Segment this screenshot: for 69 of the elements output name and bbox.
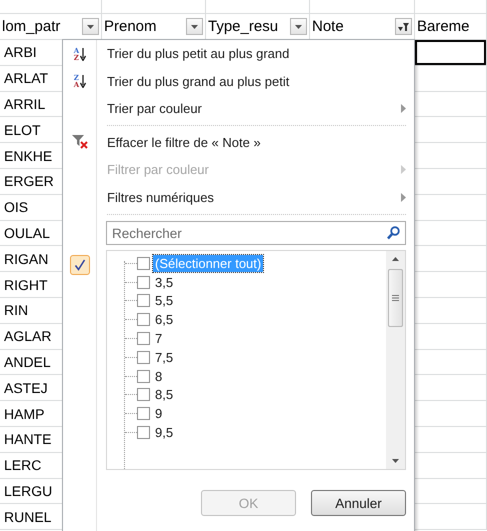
table-cell: RIN <box>4 302 28 318</box>
filter-dropdown-button[interactable] <box>82 18 99 35</box>
table-cell: ARRIL <box>4 96 46 112</box>
value-item[interactable]: 7,5 <box>153 348 176 366</box>
cancel-button[interactable]: Annuler <box>311 490 406 516</box>
column-header: Bareme <box>417 18 470 35</box>
value-item[interactable]: 7 <box>153 330 164 348</box>
value-item[interactable]: 5,5 <box>153 292 176 310</box>
clear-filter-icon <box>72 135 88 150</box>
table-cell: AGLAR <box>4 328 52 344</box>
table-cell: HAMP <box>4 406 44 422</box>
checkbox[interactable] <box>137 350 150 364</box>
filter-dropdown-button[interactable] <box>186 18 203 35</box>
table-cell: LERC <box>4 457 42 474</box>
filter-dropdown-button[interactable] <box>290 18 307 35</box>
value-item[interactable]: 8,5 <box>153 386 176 404</box>
checkbox[interactable] <box>137 407 150 420</box>
table-cell: HANTE <box>4 431 52 448</box>
table-cell: ARLAT <box>4 70 48 86</box>
table-cell: ASTEJ <box>4 380 48 396</box>
checkbox[interactable] <box>137 294 150 308</box>
value-item[interactable]: 9,5 <box>153 424 176 442</box>
column-header: Type_resu <box>208 18 278 35</box>
value-item[interactable]: 8 <box>153 368 164 385</box>
table-cell[interactable] <box>206 0 310 14</box>
menu-item[interactable]: Trier par couleur <box>63 95 414 122</box>
table-cell[interactable] <box>415 40 487 66</box>
scroll-up-icon[interactable] <box>392 257 399 261</box>
scroll-down-icon[interactable] <box>392 459 399 463</box>
column-header: Note <box>312 18 344 35</box>
table-cell: ELOT <box>4 122 41 138</box>
table-cell: OIS <box>4 199 28 216</box>
table-cell[interactable] <box>415 0 487 14</box>
checkbox[interactable] <box>137 276 150 289</box>
menu-item: Filtrer par couleur <box>63 156 414 184</box>
caret-icon <box>87 24 94 28</box>
caret-icon <box>191 24 198 28</box>
checkbox[interactable] <box>137 370 150 383</box>
caret-icon <box>295 24 302 28</box>
scrollbar-thumb[interactable] <box>388 269 403 327</box>
table-cell: ANDEL <box>4 354 51 370</box>
table-cell: ARBI <box>4 44 37 60</box>
table-cell: ENKHE <box>4 148 52 164</box>
table-cell: ERGER <box>4 173 54 190</box>
value-item[interactable]: 9 <box>153 405 164 422</box>
menu-item[interactable]: Filtres numériques <box>63 184 414 211</box>
column-header: lom_patr <box>2 18 60 35</box>
menu-item[interactable]: Effacer le filtre de « Note » <box>63 128 414 156</box>
value-item[interactable]: 6,5 <box>153 311 176 328</box>
table-cell[interactable] <box>102 0 206 14</box>
scrollbar[interactable] <box>386 251 405 469</box>
checkbox[interactable] <box>137 332 150 346</box>
filter-button[interactable] <box>395 18 412 35</box>
checkbox[interactable] <box>137 313 150 326</box>
table-cell: OULAL <box>4 224 50 241</box>
table-cell[interactable] <box>0 0 102 14</box>
table-cell: RIGAN <box>4 250 48 267</box>
table-cell: LERGU <box>4 482 52 499</box>
funnel-icon <box>398 22 409 30</box>
column-header: Prenom <box>104 18 157 35</box>
checkbox[interactable] <box>137 256 150 270</box>
search-field[interactable]: Rechercher <box>106 221 406 245</box>
search-icon <box>387 226 400 240</box>
table-cell[interactable] <box>310 0 415 14</box>
table-cell: RUNEL <box>4 508 52 525</box>
value-item[interactable]: 3,5 <box>153 274 176 291</box>
table-cell: RIGHT <box>4 276 48 293</box>
checkbox[interactable] <box>137 426 150 440</box>
checkbox[interactable] <box>137 388 150 402</box>
